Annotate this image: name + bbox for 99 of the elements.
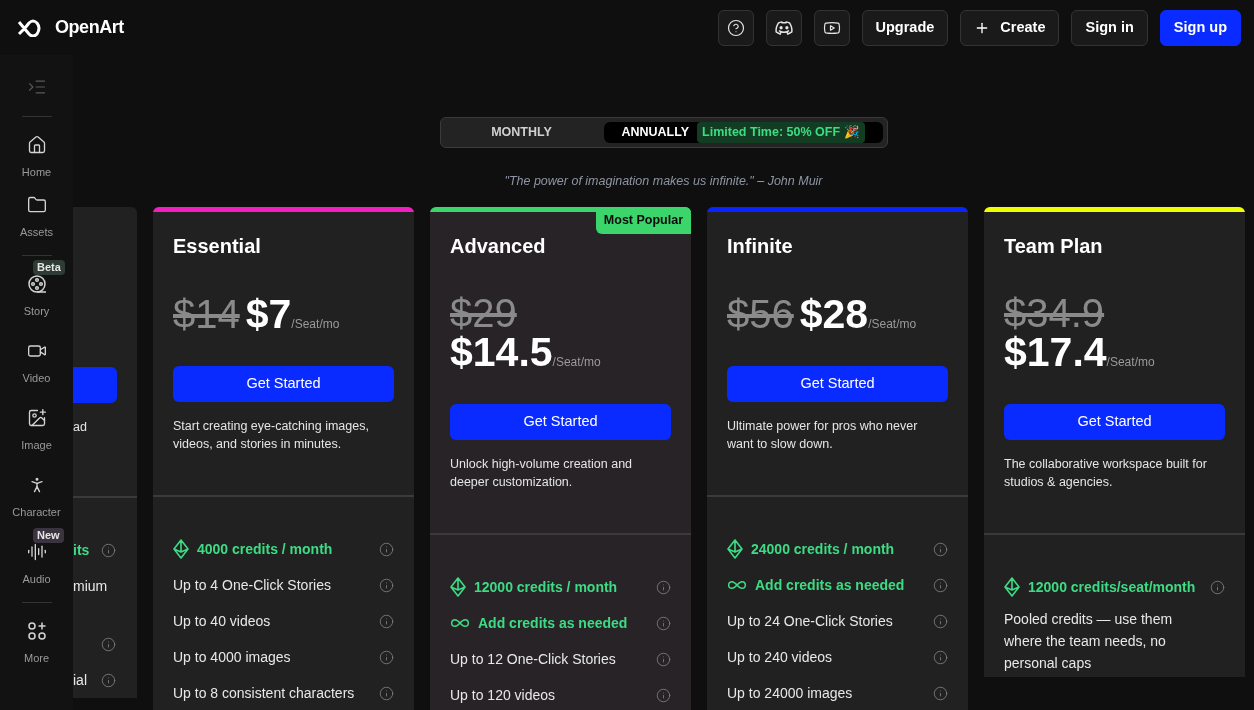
gem-icon (173, 539, 189, 559)
info-icon[interactable] (933, 577, 948, 593)
billing-tab[interactable]: MONTHLY (444, 122, 599, 143)
info-icon[interactable] (656, 687, 671, 703)
header-button[interactable]: Sign up (1159, 9, 1241, 46)
price: $17.4 (1004, 332, 1107, 372)
feature-text: 4000 credits / month (197, 540, 333, 559)
film-reel-icon (26, 274, 47, 294)
folder-icon (26, 195, 47, 215)
home-icon (26, 135, 47, 155)
old-price: $34.9 (1004, 294, 1105, 332)
sidebar-badge: Beta (33, 260, 65, 275)
gem-icon (450, 577, 466, 597)
sidebar-item[interactable]: Home (0, 135, 73, 179)
price: $7 (245, 294, 292, 334)
billing-tab[interactable]: ANNUALLY Limited Time: 50% OFF 🎉 (603, 122, 883, 143)
feature-text: Up to 240 videos (727, 648, 833, 667)
get-started-button[interactable]: Get Started (1004, 404, 1225, 440)
info-icon[interactable] (656, 579, 671, 595)
plan-description: Unlock high-volume creation and deeper customization. (450, 456, 634, 491)
plan-name: Infinite (727, 234, 794, 259)
help-icon (726, 18, 745, 37)
feature-text: Up to 24000 images (727, 684, 853, 703)
feature-text: Add credits as needed (755, 576, 905, 595)
feature-text: Up to 40 videos (173, 612, 271, 631)
audio-wave-icon (26, 542, 47, 562)
info-icon[interactable] (933, 541, 948, 557)
feature-text: 12000 credits / month (474, 578, 618, 597)
price: $28 (799, 294, 869, 334)
price: $14.5 (450, 332, 553, 372)
sidebar-badge: New (33, 528, 64, 543)
feature-text: Up to 12 One-Click Stories (450, 650, 616, 669)
plan-name: Essential (173, 234, 262, 259)
popular-badge: Most Popular (595, 207, 691, 234)
plan-name: Advanced (450, 234, 547, 259)
feature-text: Up to 4000 images (173, 648, 291, 667)
old-price: $14 (173, 295, 240, 333)
sidebar-item[interactable]: Image (0, 408, 73, 452)
image-icon (26, 408, 47, 428)
sidebar-item[interactable]: Assets (0, 195, 73, 239)
info-icon[interactable] (379, 613, 394, 629)
apps-icon (26, 621, 47, 641)
plan-description: ad (73, 419, 88, 436)
feature-text: Up to 8 consistent characters (173, 684, 355, 703)
info-icon[interactable] (933, 613, 948, 629)
sidebar-item[interactable]: Audio (0, 542, 73, 586)
get-started-button[interactable]: Get Started (450, 404, 671, 440)
info-icon[interactable] (933, 649, 948, 665)
icon-button[interactable] (765, 9, 802, 46)
info-icon[interactable] (933, 685, 948, 701)
plan-description: The collaborative workspace built for studios & agencies. (1004, 456, 1208, 491)
plan-description: Start creating eye-catching images, videos, and stories in minutes. (173, 418, 370, 453)
sidebar-item[interactable]: Character (0, 475, 73, 519)
plan-name: Team Plan (1004, 234, 1104, 259)
header-button[interactable]: Sign in (1071, 9, 1148, 46)
billing-tab-label: MONTHLY (491, 124, 552, 142)
info-icon[interactable] (379, 649, 394, 665)
feature-text: Up to 4 One-Click Stories (173, 576, 331, 595)
info-icon[interactable] (379, 541, 394, 557)
get-started-button[interactable] (73, 367, 117, 403)
sidebar-item[interactable]: Video (0, 341, 73, 385)
price-unit: /Seat/mo (1106, 356, 1155, 368)
logo-text[interactable]: OpenArt (55, 14, 124, 41)
price-unit: /Seat/mo (868, 318, 917, 330)
gem-icon (727, 539, 743, 559)
header-button[interactable]: Upgrade (861, 9, 949, 46)
quote-text: "The power of imagination makes us infinite." – John Muir (504, 173, 823, 190)
old-price: $56 (727, 295, 794, 333)
price-unit: /Seat/mo (291, 318, 340, 330)
get-started-button[interactable]: Get Started (727, 366, 948, 402)
feature-text: its (73, 541, 90, 560)
info-icon[interactable] (656, 651, 671, 667)
info-icon[interactable] (101, 637, 116, 652)
feature-text: ial (73, 671, 87, 690)
info-icon[interactable] (101, 542, 116, 558)
info-icon[interactable] (101, 672, 116, 688)
create-button[interactable]: Create (960, 9, 1060, 46)
icon-button[interactable] (717, 9, 754, 46)
old-price: $29 (450, 294, 517, 332)
promo-badge: Limited Time: 50% OFF 🎉 (697, 122, 865, 143)
info-icon[interactable] (379, 685, 394, 701)
feature-text: mium (73, 577, 108, 596)
info-icon[interactable] (656, 615, 671, 631)
sidebar-item[interactable]: Story (0, 274, 73, 318)
plan-description: Ultimate power for pros who never want to slow down. (727, 418, 919, 453)
feature-text: 24000 credits / month (751, 540, 895, 559)
feature-text: Up to 24 One-Click Stories (727, 612, 893, 631)
billing-tab-label: ANNUALLY (621, 124, 690, 142)
feature-text: Pooled credits — use them where the team needs, no personal caps (1004, 610, 1174, 673)
feature-text: 12000 credits/seat/month (1028, 578, 1196, 597)
feature-text: Add credits as needed (478, 614, 628, 633)
gem-icon (1004, 577, 1020, 597)
feature-text: Up to 120 videos (450, 686, 556, 705)
info-icon[interactable] (379, 577, 394, 593)
info-icon[interactable] (1210, 579, 1225, 595)
get-started-button[interactable]: Get Started (173, 366, 394, 402)
icon-button[interactable] (813, 9, 850, 46)
sidebar-item[interactable]: More (0, 621, 73, 665)
price-unit: /Seat/mo (552, 356, 601, 368)
